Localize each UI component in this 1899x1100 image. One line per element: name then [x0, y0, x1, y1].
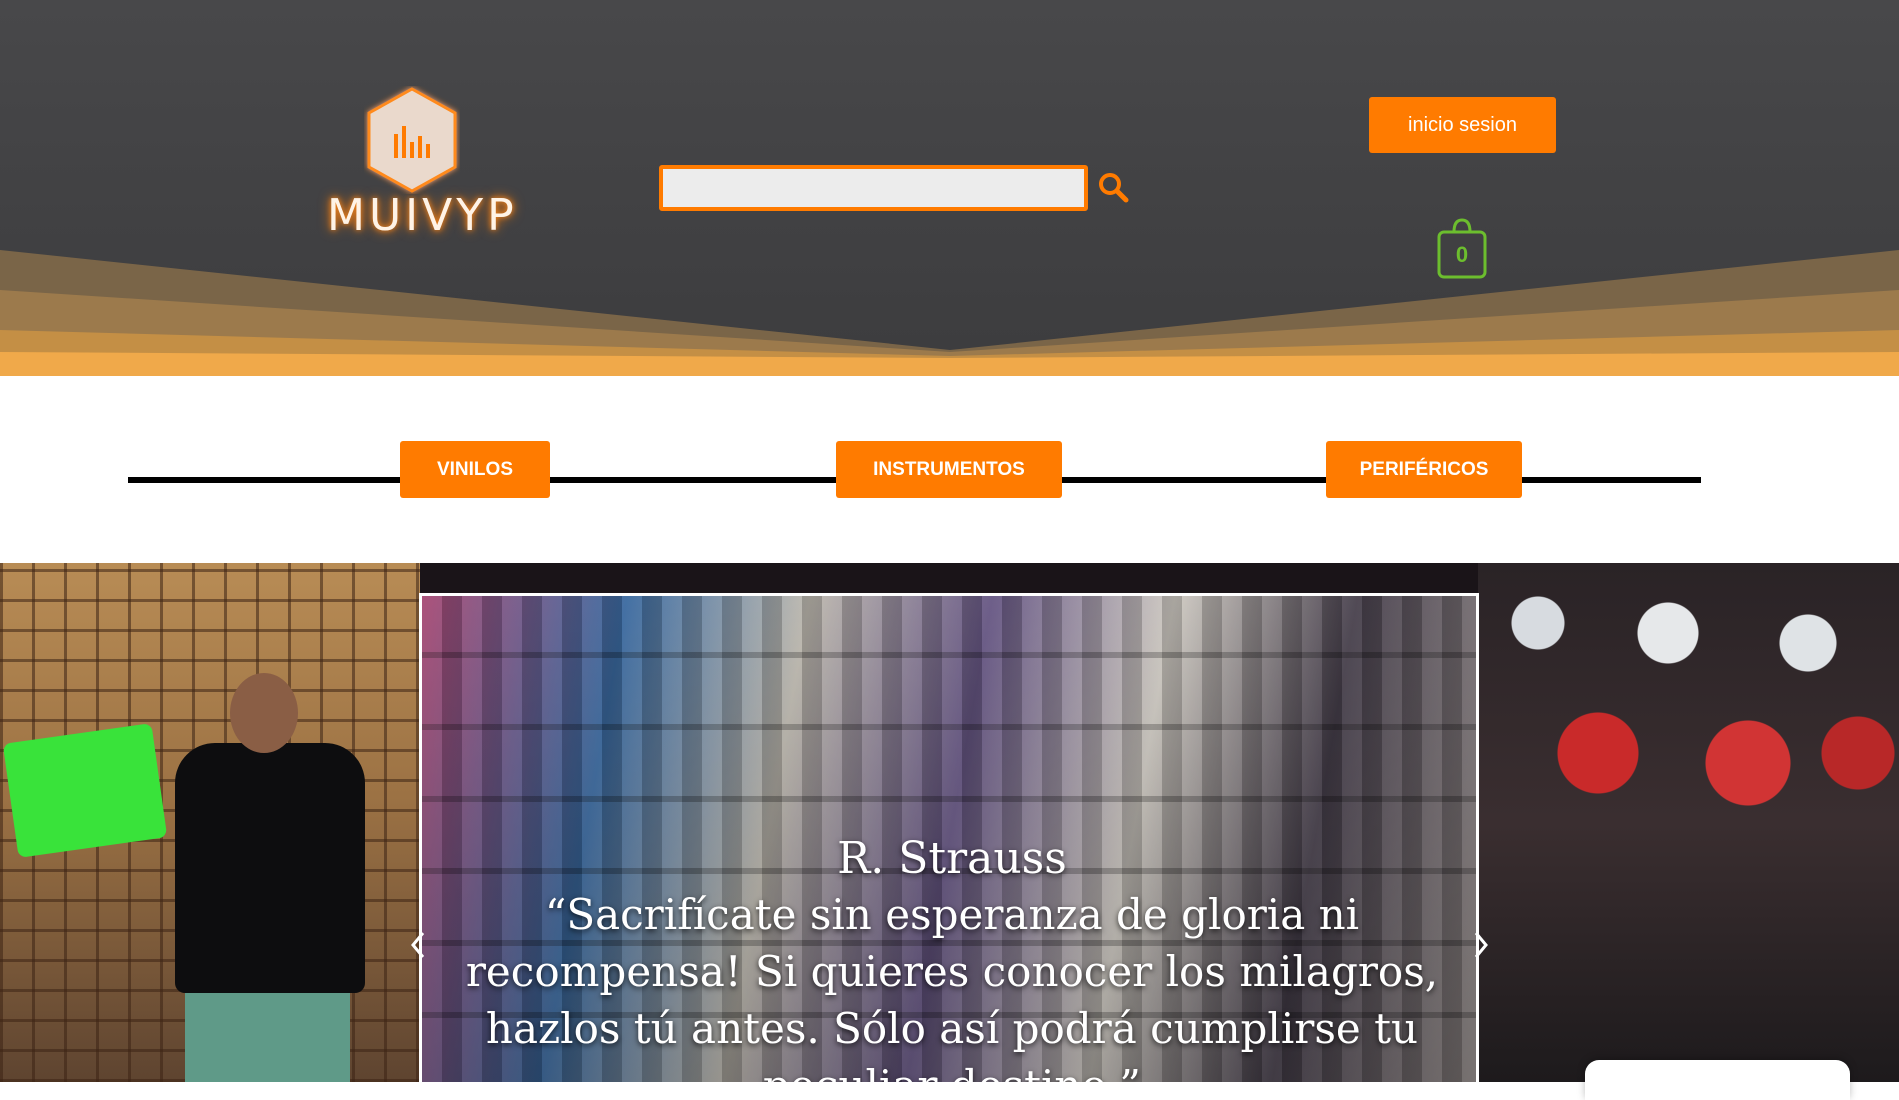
hero-carousel: R. Strauss “Sacrifícate sin esperanza de… [0, 563, 1899, 1082]
brand-logo[interactable]: MUIVYP [327, 86, 518, 246]
category-vinilos-button[interactable]: VINILOS [400, 441, 550, 498]
cart-count: 0 [1455, 242, 1469, 267]
carousel-next-button[interactable] [1468, 925, 1494, 965]
category-instrumentos-button[interactable]: INSTRUMENTOS [836, 441, 1062, 498]
carousel-active-slide: R. Strauss “Sacrifícate sin esperanza de… [419, 593, 1479, 1082]
shopper-figure [135, 673, 365, 1082]
green-bag-image [2, 723, 168, 858]
login-button[interactable]: inicio sesion [1369, 97, 1556, 153]
site-header: MUIVYP inicio sesion 0 [0, 0, 1899, 376]
chevron-right-icon [1474, 932, 1488, 958]
quote-author: R. Strauss [837, 833, 1067, 884]
search-button[interactable] [1096, 170, 1130, 204]
carousel-prev-button[interactable] [405, 925, 431, 965]
category-perifericos-button[interactable]: PERIFÉRICOS [1326, 441, 1522, 498]
chat-widget-tab[interactable] [1585, 1060, 1850, 1100]
logo-equalizer-icon [367, 87, 457, 193]
quote-text: “Sacrifícate sin esperanza de gloria ni … [465, 890, 1439, 1082]
header-wave-decoration [0, 250, 1899, 376]
carousel-prev-slide-image [0, 563, 420, 1082]
cart-button[interactable]: 0 [1436, 216, 1488, 280]
chevron-left-icon [411, 932, 425, 958]
logo-wordmark: MUIVYP [327, 190, 518, 241]
search-input[interactable] [659, 165, 1088, 211]
search-icon [1099, 173, 1129, 203]
carousel-next-slide-image [1478, 563, 1899, 1082]
